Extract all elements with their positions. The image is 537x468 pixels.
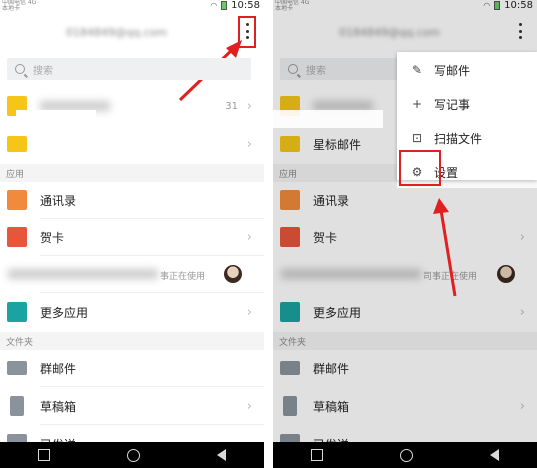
card-icon — [7, 227, 27, 247]
chevron-right-icon: › — [246, 398, 252, 414]
starred-row[interactable]: › — [0, 126, 264, 162]
app-label: 更多应用 — [40, 305, 89, 320]
recent-apps-icon[interactable] — [38, 449, 51, 461]
nav-bar — [0, 442, 264, 468]
back-icon[interactable] — [489, 449, 499, 461]
menu-item-note[interactable]: + 写记事 — [397, 88, 537, 120]
app-label: 通讯录 — [40, 193, 77, 208]
home-icon[interactable] — [399, 448, 413, 462]
highlight-box-settings — [399, 150, 441, 186]
app-contacts[interactable]: 通讯录 — [0, 182, 264, 218]
search-icon — [15, 64, 25, 74]
folder-label: 群邮件 — [40, 361, 77, 376]
chevron-right-icon: › — [246, 136, 252, 152]
folder-label: 草稿箱 — [40, 399, 77, 414]
search-bar[interactable]: 搜索 — [7, 58, 251, 80]
chevron-right-icon: › — [246, 304, 252, 320]
wifi-icon: ◠ — [210, 1, 218, 10]
menu-item-compose[interactable]: ✎ 写邮件 — [397, 54, 537, 86]
home-icon[interactable] — [126, 448, 140, 462]
folder-group[interactable]: 群邮件 — [0, 350, 264, 386]
avatar — [224, 265, 242, 283]
back-icon[interactable] — [216, 449, 226, 461]
red-arrow-icon — [433, 198, 457, 297]
app-label: 贺卡 — [40, 230, 65, 245]
app-label: 事正在使用 — [160, 272, 206, 282]
status-bar: 中国电信 4G 本地卡 ◠ 10:58 — [0, 0, 264, 12]
contacts-icon — [7, 190, 27, 210]
chevron-right-icon: › — [246, 229, 252, 245]
account-email[interactable]: 0184849@qq.com — [66, 26, 167, 39]
edit-icon: ✎ — [411, 63, 423, 77]
folder-drafts[interactable]: 草稿箱 › — [0, 388, 264, 424]
chevron-right-icon: › — [246, 98, 252, 114]
search-placeholder: 搜索 — [33, 65, 53, 77]
app-greeting-card[interactable]: 贺卡 › — [0, 219, 264, 255]
carrier-label: 中国电信 4G 本地卡 — [2, 0, 37, 12]
app-more[interactable]: 更多应用 › — [0, 294, 264, 330]
folder-icon — [7, 361, 27, 375]
plus-icon: + — [411, 97, 423, 111]
screen-left: 中国电信 4G 本地卡 ◠ 10:58 0184849@qq.com 搜索 31 … — [0, 0, 264, 468]
section-apps: 应用 — [0, 164, 264, 182]
section-folders: 文件夹 — [0, 332, 264, 350]
battery-icon — [221, 1, 228, 10]
grid-icon — [7, 302, 27, 322]
screen-right: 中国电信 4G 本地卡 ◠ 10:58 0184849@qq.com 搜索 星标邮… — [273, 0, 537, 468]
draft-icon — [10, 396, 24, 416]
scan-icon: ⊡ — [411, 131, 423, 145]
recent-apps-icon[interactable] — [311, 449, 324, 461]
status-time: 10:58 — [231, 0, 260, 11]
star-icon — [7, 136, 27, 152]
app-colleague[interactable]: 事正在使用 — [0, 256, 264, 292]
inbox-count: 31 — [225, 100, 238, 112]
nav-bar — [273, 442, 537, 468]
